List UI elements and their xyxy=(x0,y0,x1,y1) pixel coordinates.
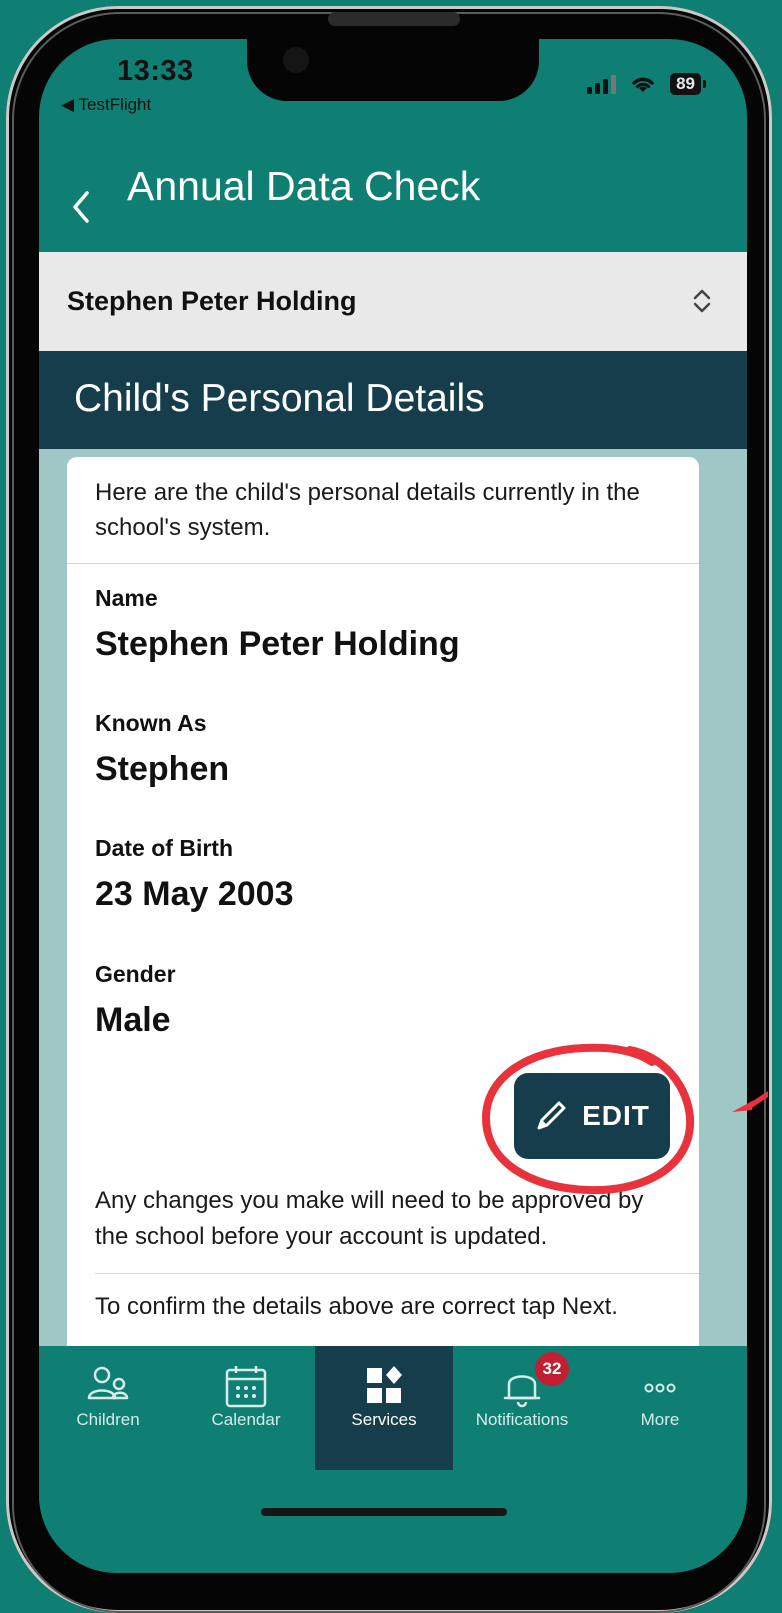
field-label-dob: Date of Birth xyxy=(95,835,233,861)
tab-label: Services xyxy=(351,1410,417,1429)
field-value-name: Stephen Peter Holding xyxy=(95,625,460,663)
page-title: Annual Data Check xyxy=(127,163,481,209)
camera-icon xyxy=(283,47,309,73)
calendar-icon xyxy=(225,1366,267,1408)
dynamic-island xyxy=(247,39,539,101)
details-card: Here are the child's personal details cu… xyxy=(67,457,699,1357)
confirm-text: To confirm the details above are correct… xyxy=(95,1293,618,1320)
phone-screen: 13:33 ◀ TestFlight 89 Annual Data Check … xyxy=(39,39,747,1573)
selected-child-name: Stephen Peter Holding xyxy=(67,286,357,316)
section-header: Child's Personal Details xyxy=(39,351,747,449)
child-selector[interactable]: Stephen Peter Holding xyxy=(39,252,747,351)
speaker-slot xyxy=(328,12,460,26)
tab-children[interactable]: Children xyxy=(39,1346,177,1470)
field-value-known-as: Stephen xyxy=(95,750,230,788)
tab-label: Calendar xyxy=(211,1410,281,1429)
field-label-known-as: Known As xyxy=(95,710,207,736)
field-value-dob: 23 May 2003 xyxy=(95,875,294,913)
wifi-icon xyxy=(632,77,654,92)
signal-icon xyxy=(587,74,617,94)
tab-services[interactable]: Services xyxy=(315,1346,453,1470)
status-time: 13:33 xyxy=(117,55,194,87)
app-header: Annual Data Check xyxy=(39,157,747,252)
field-label-gender: Gender xyxy=(95,961,176,987)
field-label-name: Name xyxy=(95,585,158,611)
tab-calendar[interactable]: Calendar xyxy=(177,1346,315,1470)
more-icon xyxy=(644,1383,676,1393)
tab-notifications[interactable]: 32 Notifications xyxy=(453,1346,591,1470)
children-icon xyxy=(87,1366,129,1400)
notification-badge: 32 xyxy=(535,1352,569,1386)
annotation-arrow-icon xyxy=(732,1091,768,1112)
bottom-tab-bar: Children Calendar Services 32 Notificati… xyxy=(39,1346,747,1573)
annotation-circle xyxy=(481,1043,695,1195)
tab-label: Notifications xyxy=(475,1410,569,1429)
up-down-chevron-icon xyxy=(693,289,711,313)
chevron-left-icon[interactable] xyxy=(69,187,93,227)
services-icon xyxy=(367,1366,402,1403)
field-value-gender: Male xyxy=(95,1001,171,1039)
intro-text: Here are the child's personal details cu… xyxy=(95,479,640,541)
status-icons: 89 xyxy=(587,73,706,95)
home-indicator xyxy=(261,1508,507,1516)
tab-more[interactable]: More xyxy=(591,1346,729,1470)
divider xyxy=(95,1273,699,1274)
battery-icon: 89 xyxy=(670,73,706,95)
back-to-app-link[interactable]: ◀ TestFlight xyxy=(61,95,151,115)
tab-label: More xyxy=(640,1410,680,1429)
divider xyxy=(67,563,699,564)
section-title: Child's Personal Details xyxy=(74,377,485,420)
tab-label: Children xyxy=(76,1410,140,1429)
